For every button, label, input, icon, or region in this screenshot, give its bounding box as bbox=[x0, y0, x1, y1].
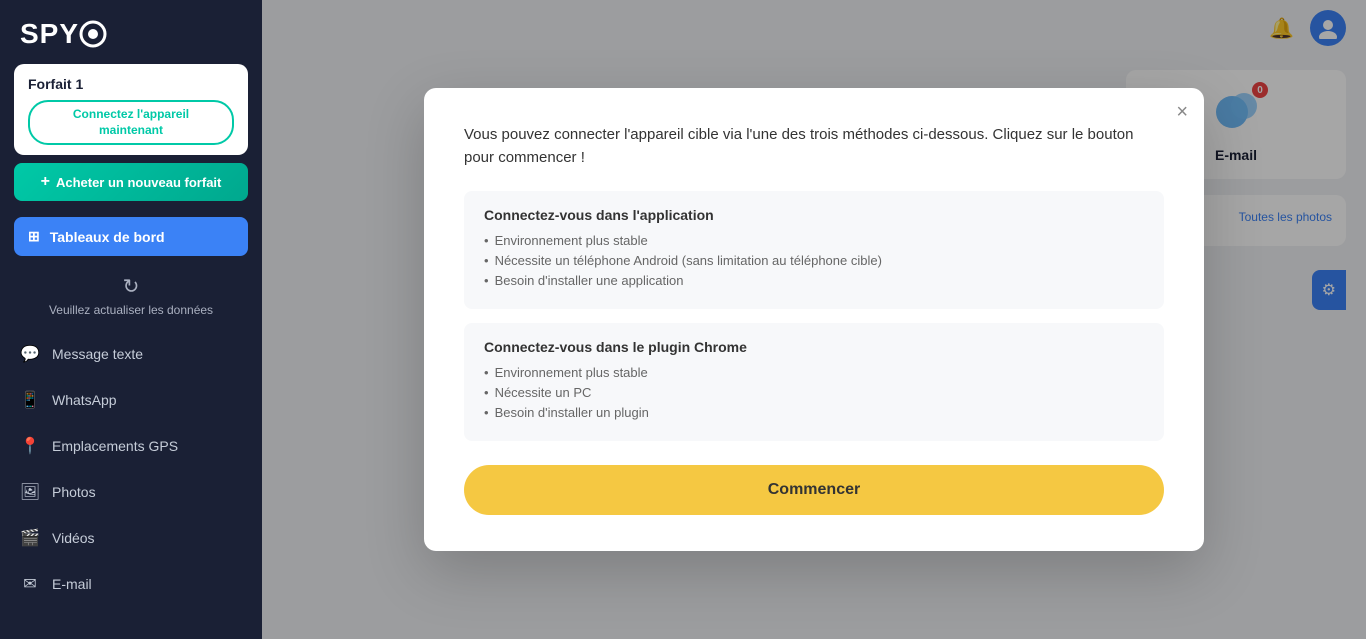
refresh-label: Veuillez actualiser les données bbox=[49, 303, 213, 317]
nav-label-gps: Emplacements GPS bbox=[52, 438, 178, 454]
sidebar-item-photos[interactable]: 🖼 Photos bbox=[0, 469, 262, 515]
dashboard-label: Tableaux de bord bbox=[50, 229, 165, 245]
refresh-icon: ↻ bbox=[123, 274, 140, 299]
modal-intro-text: Vous pouvez connecter l'appareil cible v… bbox=[464, 124, 1164, 169]
whatsapp-icon: 📱 bbox=[20, 390, 40, 410]
logo-icon bbox=[79, 20, 107, 48]
dashboard-icon: ⊞ bbox=[28, 228, 40, 245]
method1-item-1: Nécessite un téléphone Android (sans lim… bbox=[484, 253, 1144, 268]
method2-item-2: Besoin d'installer un plugin bbox=[484, 405, 1144, 420]
plan-box: Forfait 1 Connectez l'appareil maintenan… bbox=[14, 64, 248, 155]
gps-icon: 📍 bbox=[20, 436, 40, 456]
nav-label-email: E-mail bbox=[52, 576, 92, 592]
videos-icon: 🎬 bbox=[20, 528, 40, 548]
refresh-area: ↻ Veuillez actualiser les données bbox=[0, 268, 262, 331]
start-button[interactable]: Commencer bbox=[464, 465, 1164, 515]
new-plan-label: Acheter un nouveau forfait bbox=[56, 175, 221, 190]
nav-label-photos: Photos bbox=[52, 484, 96, 500]
message-texte-icon: 💬 bbox=[20, 344, 40, 364]
method1-box: Connectez-vous dans l'application Enviro… bbox=[464, 191, 1164, 309]
dashboard-button[interactable]: ⊞ Tableaux de bord bbox=[14, 217, 248, 256]
method2-title: Connectez-vous dans le plugin Chrome bbox=[484, 339, 1144, 355]
nav-label-message-texte: Message texte bbox=[52, 346, 143, 362]
method1-item-0: Environnement plus stable bbox=[484, 233, 1144, 248]
nav-label-videos: Vidéos bbox=[52, 530, 95, 546]
sidebar: SPY Forfait 1 Connectez l'appareil maint… bbox=[0, 0, 262, 639]
connect-device-button[interactable]: Connectez l'appareil maintenant bbox=[28, 100, 234, 145]
modal-overlay: × Vous pouvez connecter l'appareil cible… bbox=[262, 0, 1366, 639]
sidebar-item-email[interactable]: ✉ E-mail bbox=[0, 561, 262, 607]
sidebar-item-emplacements-gps[interactable]: 📍 Emplacements GPS bbox=[0, 423, 262, 469]
photos-icon: 🖼 bbox=[20, 482, 40, 502]
email-icon: ✉ bbox=[20, 574, 40, 594]
method1-title: Connectez-vous dans l'application bbox=[484, 207, 1144, 223]
sidebar-item-message-texte[interactable]: 💬 Message texte bbox=[0, 331, 262, 377]
sidebar-item-videos[interactable]: 🎬 Vidéos bbox=[0, 515, 262, 561]
main-content: 🔔 0 E-mail récentes Toutes les photos bbox=[262, 0, 1366, 639]
sidebar-item-whatsapp[interactable]: 📱 WhatsApp bbox=[0, 377, 262, 423]
modal-close-button[interactable]: × bbox=[1176, 102, 1188, 122]
method1-item-2: Besoin d'installer une application bbox=[484, 273, 1144, 288]
connection-modal: × Vous pouvez connecter l'appareil cible… bbox=[424, 88, 1204, 551]
logo-area: SPY bbox=[0, 0, 262, 64]
method2-item-0: Environnement plus stable bbox=[484, 365, 1144, 380]
new-plan-button[interactable]: + Acheter un nouveau forfait bbox=[14, 163, 248, 201]
method2-item-1: Nécessite un PC bbox=[484, 385, 1144, 400]
plan-title: Forfait 1 bbox=[28, 76, 234, 92]
logo-text: SPY bbox=[20, 18, 79, 50]
plus-icon: + bbox=[41, 173, 50, 191]
nav-label-whatsapp: WhatsApp bbox=[52, 392, 117, 408]
method2-box: Connectez-vous dans le plugin Chrome Env… bbox=[464, 323, 1164, 441]
